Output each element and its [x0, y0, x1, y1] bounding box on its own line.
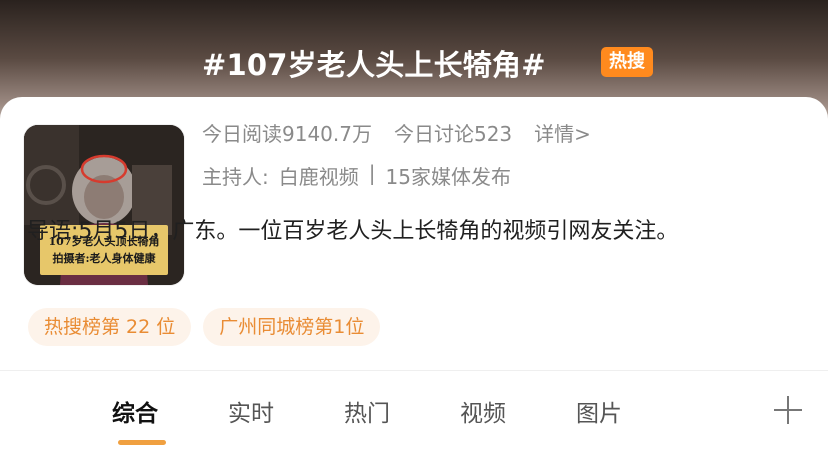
media-count[interactable]: 15家媒体发布 — [386, 161, 511, 190]
plus-icon[interactable] — [774, 396, 802, 424]
reads-count: 今日阅读9140.7万 — [202, 122, 372, 146]
tab-comprehensive[interactable]: 综合 — [112, 394, 158, 428]
lead-text: 5月5日，广东。一位百岁老人头上长犄角的视频引网友关注。 — [78, 219, 679, 244]
hot-badge[interactable]: 热搜 — [601, 47, 653, 77]
chip-city-rank[interactable]: 广州同城榜第1位 — [203, 308, 381, 346]
tab-video[interactable]: 视频 — [460, 394, 506, 428]
cover-caption-line2: 拍摄者:老人身体健康 — [52, 252, 156, 265]
tab-popular[interactable]: 热门 — [344, 394, 390, 428]
topic-title: #107岁老人头上长犄角# — [202, 48, 546, 82]
topic-lead: 导语:5月5日，广东。一位百岁老人头上长犄角的视频引网友关注。 — [27, 212, 797, 252]
active-tab-indicator — [118, 440, 166, 445]
chip-hot-search-rank[interactable]: 热搜榜第 22 位 — [28, 308, 192, 346]
topic-cover-image[interactable]: 107岁老人头顶长犄角 拍摄者:老人身体健康 — [24, 125, 184, 285]
tab-pictures[interactable]: 图片 — [576, 394, 622, 428]
tabs-divider — [0, 370, 828, 371]
topic-stats: 今日阅读9140.7万 今日讨论523 详情> — [202, 118, 591, 147]
lead-label: 导语: — [27, 219, 79, 244]
host-separator: | — [368, 161, 376, 185]
tab-realtime[interactable]: 实时 — [228, 394, 274, 428]
host-info: 主持人: 白鹿视频 | 15家媒体发布 — [202, 161, 511, 190]
details-link[interactable]: 详情> — [534, 118, 591, 147]
host-name[interactable]: 白鹿视频 — [279, 161, 359, 190]
discussions-count: 今日讨论523 — [393, 122, 513, 146]
rank-chips: 热搜榜第 22 位 广州同城榜第1位 — [28, 308, 381, 346]
host-label: 主持人: — [202, 165, 269, 189]
